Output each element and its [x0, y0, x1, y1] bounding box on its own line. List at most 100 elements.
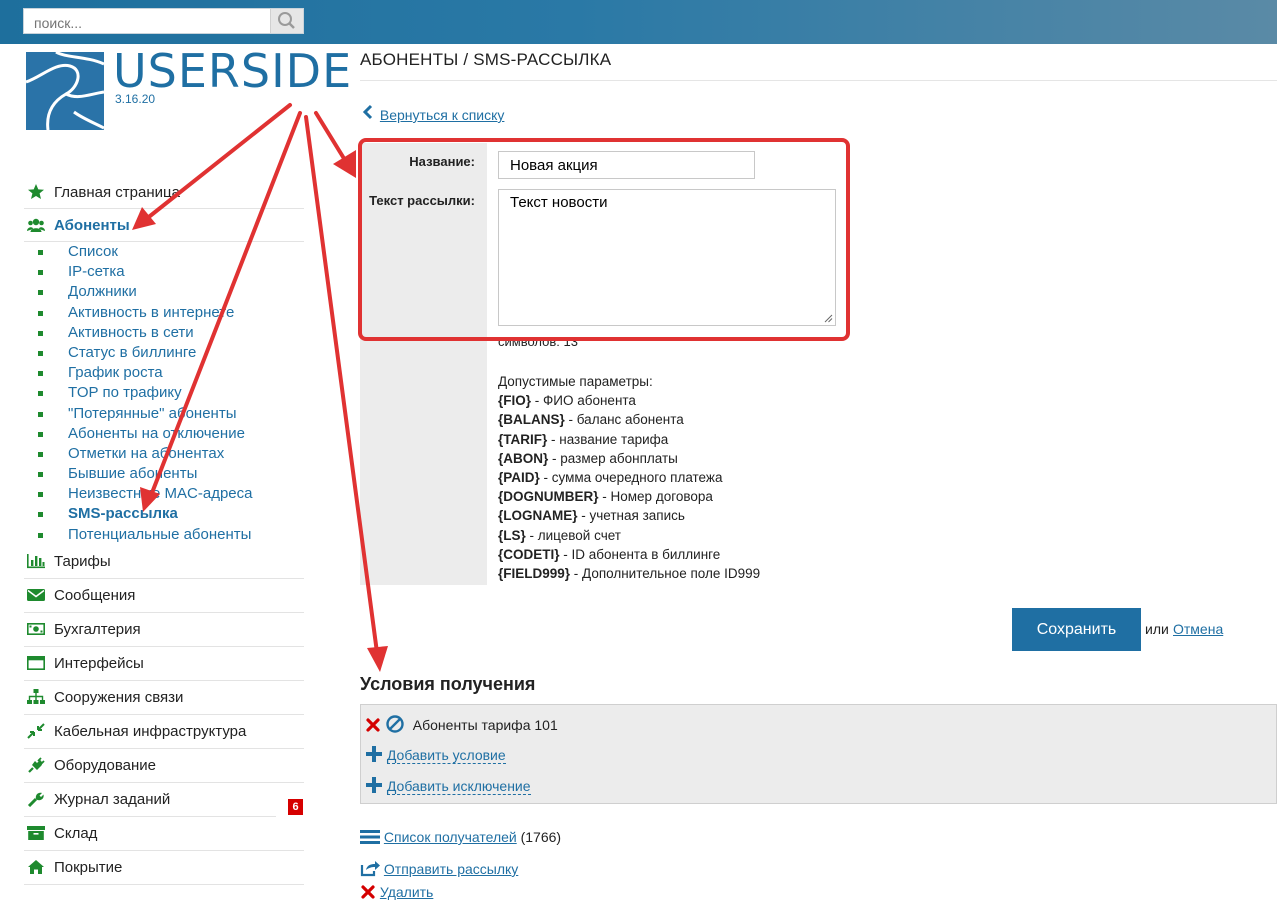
sidebar-item-accounting[interactable]: Бухгалтерия — [24, 613, 304, 647]
recipients-list-link[interactable]: Список получателей (1766) — [360, 829, 561, 845]
sidebar-item-label: Главная страница — [54, 184, 180, 201]
wrench-icon — [27, 792, 44, 807]
sidebar-item-label: Журнал заданий — [54, 790, 171, 808]
submenu-item[interactable]: Абоненты на отключение — [24, 424, 304, 444]
sidebar-item-label: Сообщения — [54, 586, 136, 604]
list-icon — [360, 830, 380, 844]
condition-label: Абоненты тарифа 101 — [412, 717, 558, 733]
param-row: {FIELD999} - Дополнительное поле ID999 — [498, 564, 760, 583]
param-row: {DOGNUMBER} - Номер договора — [498, 487, 760, 506]
param-key: {DOGNUMBER} — [498, 489, 599, 505]
sidebar-item-label: Покрытие — [54, 858, 123, 876]
param-desc: - лицевой счет — [525, 527, 621, 543]
submenu-item[interactable]: Активность в интернете — [24, 303, 304, 323]
submenu-item-sms-mailing[interactable]: SMS-рассылка — [24, 504, 304, 524]
submenu-item[interactable]: Должники — [24, 282, 304, 302]
sidebar-item-label: Склад — [54, 824, 98, 842]
search-button[interactable] — [270, 9, 303, 33]
archive-icon — [27, 825, 45, 840]
send-mailing-link[interactable]: Отправить рассылку — [360, 859, 518, 877]
params-title: Допустимые параметры: — [498, 374, 653, 389]
param-key: {LOGNAME} — [498, 508, 578, 524]
submenu-item[interactable]: "Потерянные" абоненты — [24, 404, 304, 424]
sidebar-item-label: Абоненты — [54, 217, 130, 234]
plus-icon — [366, 746, 382, 762]
sidebar-item-home[interactable]: Главная страница — [24, 176, 304, 209]
sidebar-item-label: Бухгалтерия — [54, 620, 141, 638]
conditions-box: Абоненты тарифа 101 Добавить условие Доб… — [360, 704, 1277, 804]
sidebar: Главная страница Абоненты Список IP-сетк… — [24, 176, 304, 885]
submenu-item[interactable]: Потенциальные абоненты — [24, 525, 304, 545]
save-button[interactable]: Сохранить — [1012, 608, 1141, 651]
back-to-list-link[interactable]: Вернуться к списку — [362, 104, 504, 123]
annotation-highlight-box — [358, 138, 850, 341]
task-count-badge: 6 — [288, 798, 303, 815]
logo-text[interactable]: USERSIDE — [113, 44, 352, 98]
sidebar-item-label: Тарифы — [54, 552, 111, 570]
sidebar-item-equipment[interactable]: Оборудование — [24, 749, 304, 783]
sidebar-item-facilities[interactable]: Сооружения связи — [24, 681, 304, 715]
search-input[interactable] — [32, 13, 266, 33]
window-icon — [27, 655, 45, 670]
or-text: или — [1145, 621, 1169, 637]
sidebar-item-coverage[interactable]: Покрытие — [24, 851, 304, 885]
search-icon — [278, 12, 295, 29]
arrowhead — [367, 646, 388, 672]
param-key: {TARIF} — [498, 431, 548, 447]
allowed-params: Допустимые параметры: {FIO} - ФИО абонен… — [498, 372, 760, 583]
submenu-item[interactable]: Статус в биллинге — [24, 343, 304, 363]
submenu-item[interactable]: График роста — [24, 363, 304, 383]
submenu-item[interactable]: Список — [24, 242, 304, 262]
home-icon — [28, 859, 44, 874]
back-link-label: Вернуться к списку — [379, 107, 505, 123]
param-row: {BALANS} - баланс абонента — [498, 410, 760, 429]
compress-icon — [27, 723, 45, 739]
param-row: {PAID} - сумма очередного платежа — [498, 468, 760, 487]
chevron-left-icon — [362, 104, 376, 123]
param-row: {ABON} - размер абонплаты — [498, 449, 760, 468]
sidebar-item-warehouse[interactable]: Склад — [24, 817, 304, 851]
submenu-item[interactable]: Отметки на абонентах — [24, 444, 304, 464]
sidebar-item-label: Оборудование — [54, 756, 157, 774]
add-exclusion-link[interactable]: Добавить исключение — [365, 776, 531, 795]
submenu-item[interactable]: Активность в сети — [24, 323, 304, 343]
param-desc: - ID абонента в биллинге — [559, 546, 721, 562]
param-desc: - учетная запись — [577, 508, 685, 524]
sidebar-item-tariffs[interactable]: Тарифы — [24, 545, 304, 579]
param-row: {LOGNAME} - учетная запись — [498, 506, 760, 525]
page-title: АБОНЕНТЫ / SMS-РАССЫЛКА — [360, 50, 612, 69]
param-key: {PAID} — [498, 470, 540, 486]
envelope-icon — [27, 588, 45, 601]
exclude-toggle-icon[interactable] — [385, 715, 405, 733]
plus-icon — [366, 777, 382, 793]
sidebar-item-messages[interactable]: Сообщения — [24, 579, 304, 613]
top-bar — [0, 0, 1277, 44]
sidebar-item-interfaces[interactable]: Интерфейсы — [24, 647, 304, 681]
submenu-item[interactable]: Неизвестные MAC-адреса — [24, 484, 304, 504]
param-desc: - баланс абонента — [564, 412, 684, 428]
param-row: {CODETI} - ID абонента в биллинге — [498, 545, 760, 564]
sidebar-item-task-journal[interactable]: Журнал заданий 6 — [24, 783, 303, 817]
search-box — [23, 8, 304, 34]
submenu-item[interactable]: Бывшие абоненты — [24, 464, 304, 484]
sidebar-item-subscribers[interactable]: Абоненты — [24, 209, 304, 242]
param-key: {CODETI} — [498, 546, 560, 562]
plug-icon — [28, 757, 45, 773]
bar-chart-icon — [27, 553, 45, 568]
add-condition-link[interactable]: Добавить условие — [365, 745, 506, 764]
logo-icon[interactable] — [26, 52, 104, 130]
param-desc: - название тарифа — [547, 431, 669, 447]
arrowhead — [333, 150, 356, 178]
cancel-link[interactable]: Отмена — [1173, 621, 1223, 637]
submenu-item[interactable]: TOP по трафику — [24, 383, 304, 403]
remove-condition-icon[interactable] — [365, 717, 381, 733]
submenu-item[interactable]: IP-сетка — [24, 262, 304, 282]
param-key: {FIELD999} — [498, 566, 571, 582]
sidebar-item-label: Сооружения связи — [54, 688, 184, 706]
sidebar-item-cable-infrastructure[interactable]: Кабельная инфраструктура — [24, 715, 304, 749]
sitemap-icon — [27, 688, 45, 704]
recipients-label: Список получателей — [383, 829, 517, 845]
add-condition-label: Добавить условие — [386, 747, 506, 764]
arrow-to-form — [314, 111, 350, 167]
add-exclusion-label: Добавить исключение — [386, 778, 531, 795]
